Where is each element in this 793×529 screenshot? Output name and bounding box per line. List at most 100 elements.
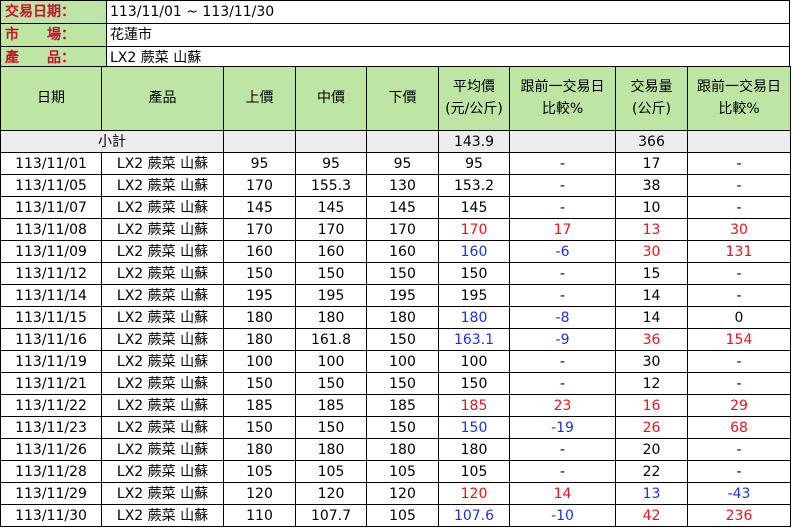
price-change-cell: - bbox=[509, 152, 616, 175]
volume-change-cell: - bbox=[687, 284, 791, 307]
table-row: 113/11/19 LX2 蕨菜 山蘇 100 100 100 100-30- bbox=[0, 350, 791, 373]
high-price-cell: 160 bbox=[223, 240, 296, 263]
product-cell: LX2 蕨菜 山蘇 bbox=[101, 196, 224, 219]
volume-cell: 22 bbox=[615, 460, 688, 483]
product-cell: LX2 蕨菜 山蘇 bbox=[101, 240, 224, 263]
low-price-cell: 160 bbox=[366, 240, 439, 263]
low-price-cell: 100 bbox=[366, 350, 439, 373]
date-cell: 113/11/15 bbox=[0, 306, 102, 329]
low-price-cell: 145 bbox=[366, 196, 439, 219]
avg-price-cell: 170 bbox=[438, 218, 510, 241]
product-cell: LX2 蕨菜 山蘇 bbox=[101, 328, 224, 351]
avg-price-cell: 163.1 bbox=[438, 328, 510, 351]
low-price-cell: 150 bbox=[366, 372, 439, 395]
mid-price-cell: 107.7 bbox=[295, 504, 367, 527]
mid-price-cell: 170 bbox=[295, 218, 367, 241]
product-cell: LX2 蕨菜 山蘇 bbox=[101, 504, 224, 527]
col-header-volume-line2: (公斤) bbox=[632, 100, 671, 117]
mid-price-cell: 150 bbox=[295, 416, 367, 439]
col-header-volume-change-line2: 比較% bbox=[718, 100, 760, 117]
table-row: 113/11/29 LX2 蕨菜 山蘇 120 120 120 120 14 13 -43 bbox=[0, 482, 791, 505]
avg-price-cell: 120 bbox=[438, 482, 510, 505]
volume-change-cell: 131 bbox=[687, 240, 791, 263]
product-cell: LX2 蕨菜 山蘇 bbox=[101, 460, 224, 483]
subtotal-volume-change bbox=[687, 130, 791, 153]
mid-price-cell: 95 bbox=[295, 152, 367, 175]
col-header-price-change: 跟前一交易日 比較% bbox=[509, 66, 616, 131]
col-header-volume: 交易量 (公斤) bbox=[615, 66, 688, 131]
volume-cell: 30 bbox=[615, 240, 688, 263]
price-change-cell: -19 bbox=[509, 416, 616, 439]
avg-price-cell: 185 bbox=[438, 394, 510, 417]
avg-price-cell: 180 bbox=[438, 438, 510, 461]
col-header-avg: 平均價 (元/公斤) bbox=[438, 66, 510, 131]
table-row: 113/11/09 LX2 蕨菜 山蘇 160 160 160 160 -6 30 131 bbox=[0, 240, 791, 263]
mid-price-cell: 105 bbox=[295, 460, 367, 483]
avg-price-cell: 180 bbox=[438, 306, 510, 329]
avg-price-cell: 145 bbox=[438, 196, 510, 219]
high-price-cell: 145 bbox=[223, 196, 296, 219]
low-price-cell: 195 bbox=[366, 284, 439, 307]
table-row: 113/11/12 LX2 蕨菜 山蘇 150 150 150 150-15- bbox=[0, 262, 791, 285]
table-row: 113/11/07 LX2 蕨菜 山蘇 145 145 145 145-10- bbox=[0, 196, 791, 219]
date-cell: 113/11/16 bbox=[0, 328, 102, 351]
volume-cell: 42 bbox=[615, 504, 688, 527]
high-price-cell: 120 bbox=[223, 482, 296, 505]
volume-change-cell: - bbox=[687, 152, 791, 175]
mid-price-cell: 100 bbox=[295, 350, 367, 373]
date-cell: 113/11/28 bbox=[0, 460, 102, 483]
header-row: 日期 產品 上價 中價 下價 平均價 (元/公斤) 跟前一交易日 比較% 交易量 (公… bbox=[0, 66, 791, 131]
col-header-date: 日期 bbox=[0, 66, 102, 131]
volume-cell: 16 bbox=[615, 394, 688, 417]
subtotal-volume: 366 bbox=[615, 130, 688, 153]
price-change-cell: - bbox=[509, 196, 616, 219]
product-cell: LX2 蕨菜 山蘇 bbox=[101, 174, 224, 197]
price-table: 日期 產品 上價 中價 下價 平均價 (元/公斤) 跟前一交易日 比較% 交易量 (公… bbox=[0, 66, 791, 527]
high-price-cell: 105 bbox=[223, 460, 296, 483]
date-cell: 113/11/12 bbox=[0, 262, 102, 285]
product-cell: LX2 蕨菜 山蘇 bbox=[101, 394, 224, 417]
col-header-price-change-line1: 跟前一交易日 bbox=[520, 78, 605, 95]
table-row: 113/11/08 LX2 蕨菜 山蘇 170 170 170 170 17 13 30 bbox=[0, 218, 791, 241]
mid-price-cell: 180 bbox=[295, 438, 367, 461]
subtotal-row: 小計 143.9 366 bbox=[0, 130, 791, 153]
market-row: 市 場： 花蓮市 bbox=[0, 23, 790, 47]
price-change-cell: -6 bbox=[509, 240, 616, 263]
date-cell: 113/11/30 bbox=[0, 504, 102, 527]
table-row: 113/11/23 LX2 蕨菜 山蘇 150 150 150 150 -19 26 68 bbox=[0, 416, 791, 439]
query-info-table: 交易日期： 113/11/01 ~ 113/11/30 市 場： 花蓮市 產 品… bbox=[0, 0, 790, 70]
volume-change-cell: 154 bbox=[687, 328, 791, 351]
period-row: 交易日期： 113/11/01 ~ 113/11/30 bbox=[0, 0, 790, 24]
table-row: 113/11/14 LX2 蕨菜 山蘇 195 195 195 195-14- bbox=[0, 284, 791, 307]
subtotal-high bbox=[223, 130, 296, 153]
low-price-cell: 180 bbox=[366, 306, 439, 329]
price-change-cell: -9 bbox=[509, 328, 616, 351]
mid-price-cell: 155.3 bbox=[295, 174, 367, 197]
low-price-cell: 130 bbox=[366, 174, 439, 197]
mid-price-cell: 120 bbox=[295, 482, 367, 505]
low-price-cell: 150 bbox=[366, 416, 439, 439]
product-cell: LX2 蕨菜 山蘇 bbox=[101, 350, 224, 373]
high-price-cell: 170 bbox=[223, 174, 296, 197]
market-label: 市 場： bbox=[0, 23, 107, 47]
date-cell: 113/11/23 bbox=[0, 416, 102, 439]
volume-change-cell: - bbox=[687, 350, 791, 373]
avg-price-cell: 160 bbox=[438, 240, 510, 263]
volume-cell: 26 bbox=[615, 416, 688, 439]
col-header-volume-change-line1: 跟前一交易日 bbox=[697, 78, 781, 95]
volume-change-cell: -43 bbox=[687, 482, 791, 505]
price-change-cell: - bbox=[509, 284, 616, 307]
volume-change-cell: - bbox=[687, 372, 791, 395]
date-cell: 113/11/22 bbox=[0, 394, 102, 417]
volume-cell: 14 bbox=[615, 306, 688, 329]
mid-price-cell: 161.8 bbox=[295, 328, 367, 351]
avg-price-cell: 107.6 bbox=[438, 504, 510, 527]
mid-price-cell: 150 bbox=[295, 262, 367, 285]
mid-price-cell: 195 bbox=[295, 284, 367, 307]
high-price-cell: 150 bbox=[223, 372, 296, 395]
volume-change-cell: 0 bbox=[687, 306, 791, 329]
date-cell: 113/11/26 bbox=[0, 438, 102, 461]
table-row: 113/11/15 LX2 蕨菜 山蘇 180 180 180 180 -8 14 0 bbox=[0, 306, 791, 329]
product-cell: LX2 蕨菜 山蘇 bbox=[101, 152, 224, 175]
price-change-cell: -8 bbox=[509, 306, 616, 329]
